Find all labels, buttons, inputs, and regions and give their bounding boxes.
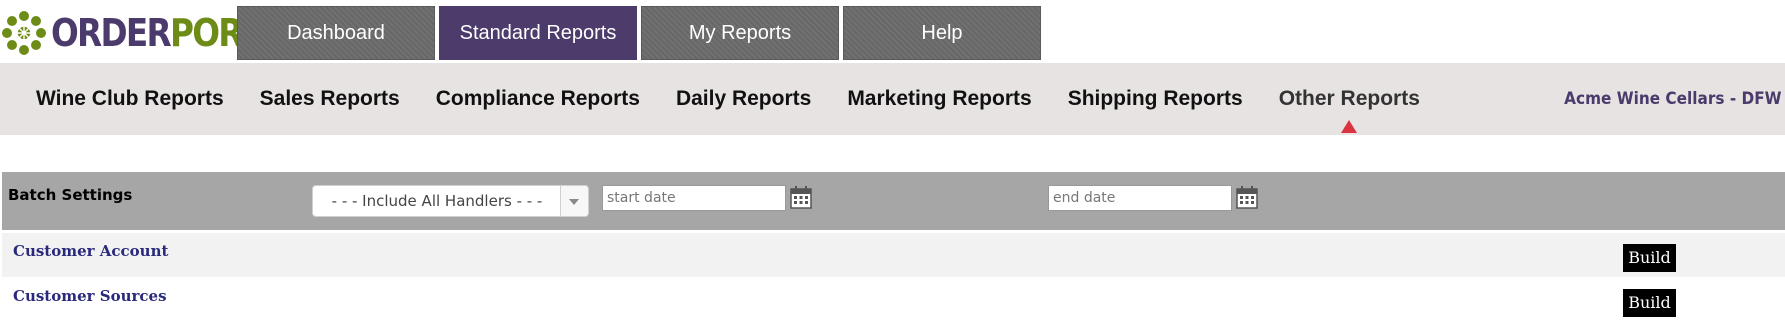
report-row: Customer Sources Build — [2, 278, 1785, 322]
subnav-compliance-reports[interactable]: Compliance Reports — [418, 63, 658, 135]
report-row: Customer Account Build — [2, 233, 1785, 277]
handler-select-value: - - - Include All Handlers - - - — [331, 192, 543, 210]
grape-cluster-icon — [2, 11, 46, 55]
logo-text-order: ORDER — [51, 11, 172, 55]
subnav-shipping-reports[interactable]: Shipping Reports — [1050, 63, 1261, 135]
report-link-customer-account[interactable]: Customer Account — [13, 242, 168, 260]
batch-settings-bar: Batch Settings - - - Include All Handler… — [2, 172, 1785, 230]
end-date-input[interactable] — [1048, 185, 1232, 211]
report-link-customer-sources[interactable]: Customer Sources — [13, 287, 167, 305]
tab-dashboard[interactable]: Dashboard — [237, 6, 435, 60]
build-button[interactable]: Build — [1623, 244, 1676, 272]
main-nav-tabs: Dashboard Standard Reports My Reports He… — [237, 6, 1045, 60]
subnav-daily-reports[interactable]: Daily Reports — [658, 63, 829, 135]
subnav-other-reports[interactable]: Other Reports — [1261, 63, 1438, 135]
batch-settings-label: Batch Settings — [8, 186, 133, 204]
handler-select[interactable]: - - - Include All Handlers - - - — [312, 185, 589, 217]
tab-my-reports[interactable]: My Reports — [641, 6, 839, 60]
start-date-input[interactable] — [602, 185, 786, 211]
calendar-icon[interactable] — [790, 185, 812, 209]
top-bar: ORDERPORT Dashboard Standard Reports My … — [0, 0, 1785, 62]
tab-standard-reports[interactable]: Standard Reports — [439, 6, 637, 60]
calendar-icon[interactable] — [1236, 185, 1258, 209]
subnav-wine-club-reports[interactable]: Wine Club Reports — [18, 63, 242, 135]
account-name: Acme Wine Cellars - DFW — [1564, 89, 1782, 109]
chevron-down-icon[interactable] — [560, 186, 588, 216]
logo-wordmark: ORDERPORT — [51, 8, 263, 58]
subnav-marketing-reports[interactable]: Marketing Reports — [829, 63, 1049, 135]
report-category-nav: Wine Club Reports Sales Reports Complian… — [0, 63, 1785, 135]
tab-help[interactable]: Help — [843, 6, 1041, 60]
subnav-sales-reports[interactable]: Sales Reports — [242, 63, 418, 135]
